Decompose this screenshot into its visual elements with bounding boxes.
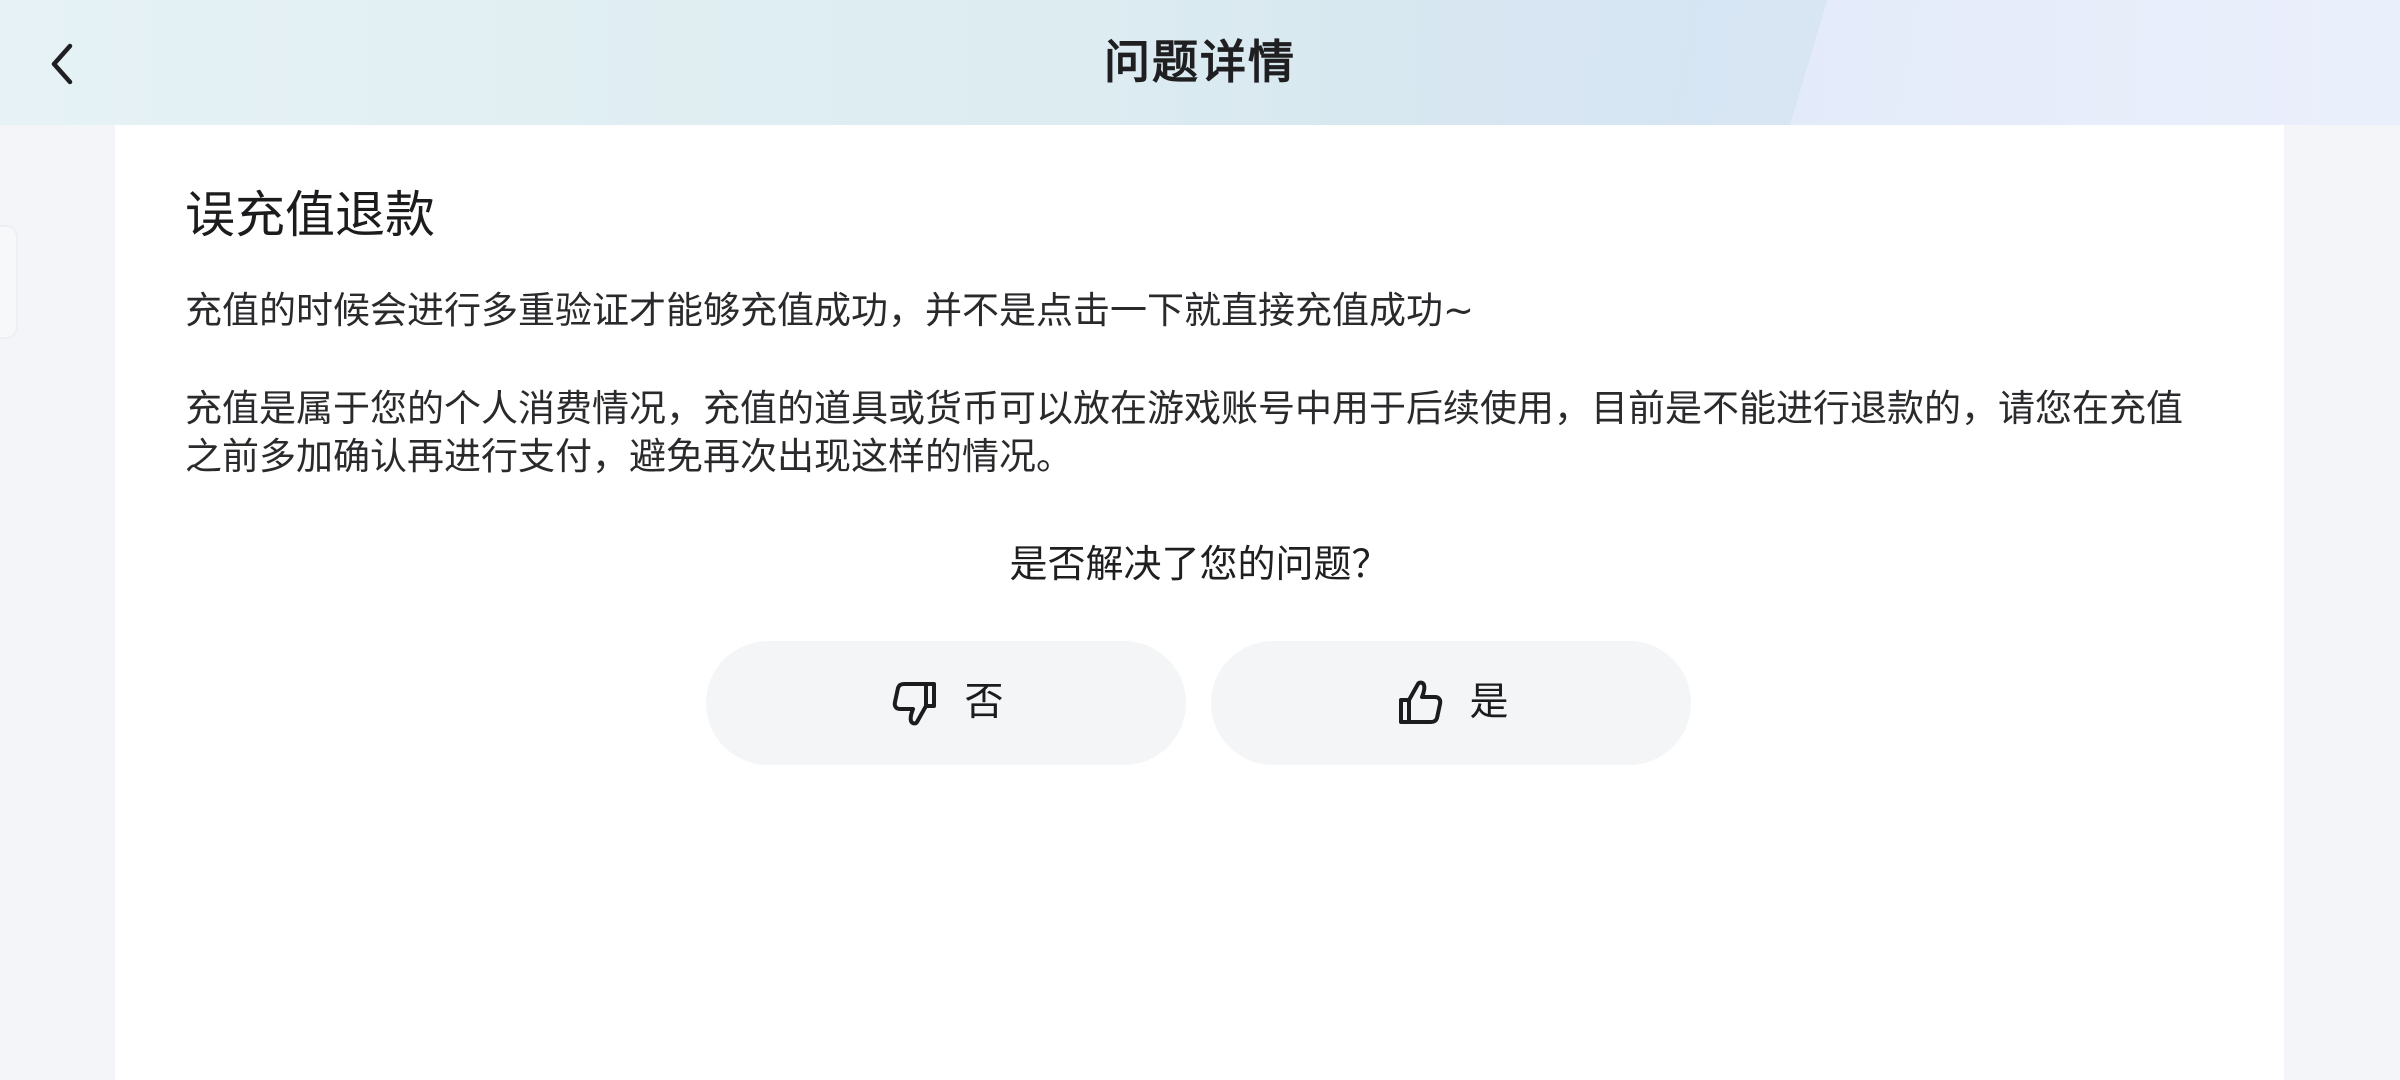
not-helpful-button[interactable]: 否	[706, 641, 1186, 765]
page: 问题详情 误充值退款 充值的时候会进行多重验证才能够充值成功，并不是点击一下就直…	[0, 0, 2400, 1080]
thumbs-up-icon	[1393, 676, 1447, 730]
article-paragraph: 充值的时候会进行多重验证才能够充值成功，并不是点击一下就直接充值成功~	[185, 289, 1474, 332]
article-title: 误充值退款	[185, 186, 435, 244]
page-title: 问题详情	[1104, 35, 1296, 89]
right-side-panel	[2284, 125, 2400, 1080]
article-paragraph: 充值是属于您的个人消费情况，充值的道具或货币可以放在游戏账号中用于后续使用，目前…	[185, 387, 2183, 478]
thumbs-down-icon	[888, 676, 942, 730]
helpful-button[interactable]: 是	[1211, 641, 1691, 765]
not-helpful-label: 否	[964, 680, 1004, 725]
side-tab-ghost	[0, 225, 18, 339]
header-bar: 问题详情	[0, 0, 2400, 125]
helpful-label: 是	[1469, 680, 1509, 725]
left-side-panel	[0, 125, 115, 1080]
feedback-question: 是否解决了您的问题？	[1009, 542, 1390, 586]
article-card: 误充值退款 充值的时候会进行多重验证才能够充值成功，并不是点击一下就直接充值成功…	[115, 125, 2284, 1080]
